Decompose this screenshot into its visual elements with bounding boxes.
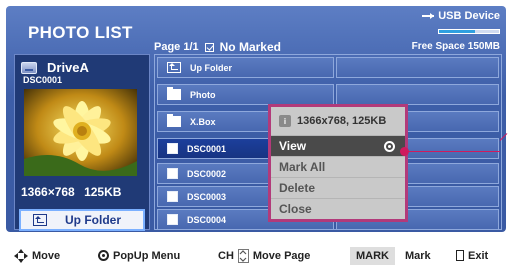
usb-icon xyxy=(422,12,435,20)
up-folder-icon xyxy=(167,62,181,73)
checkbox-icon xyxy=(204,42,214,52)
move-arrows-icon xyxy=(14,248,28,263)
help-move-label: Move xyxy=(32,249,61,262)
page-info: Page 1/1 No Marked xyxy=(154,40,281,54)
grid-item-label: DSC0002 xyxy=(187,168,227,179)
folder-icon xyxy=(167,87,181,100)
grid-item-label: DSC0001 xyxy=(187,143,227,154)
grid-empty-cell xyxy=(336,57,499,78)
checkbox-icon xyxy=(167,191,178,202)
grid-item-label: Photo xyxy=(190,89,216,100)
popup-item-close[interactable]: Close xyxy=(271,198,405,219)
grid-item-label: DSC0004 xyxy=(187,214,227,225)
grid-item-label: DSC0003 xyxy=(187,191,227,202)
popup-item-label: Close xyxy=(279,202,312,216)
popup-item-label: Mark All xyxy=(279,160,326,174)
popup-menu: i 1366x768, 125KB View Mark All Delete C… xyxy=(268,104,408,222)
popup-item-delete[interactable]: Delete xyxy=(271,177,405,198)
checkbox-icon xyxy=(167,168,178,179)
popup-info-text: 1366x768, 125KB xyxy=(297,115,387,127)
photo-list-screen: PHOTO LIST Page 1/1 No Marked USB Device… xyxy=(6,6,506,232)
up-folder-label: Up Folder xyxy=(65,213,121,227)
up-folder-icon xyxy=(33,214,47,226)
preview-panel: DriveA DSC0001 1366×768 125KB Up Folder xyxy=(14,54,150,231)
ok-button-icon xyxy=(98,250,109,261)
help-ch-label: CH xyxy=(218,249,234,262)
grid-item-label: X.Box xyxy=(190,116,216,127)
help-popup-menu: PopUp Menu xyxy=(98,250,180,262)
free-space-text: Free Space 150MB xyxy=(411,41,500,52)
free-space-fill xyxy=(439,30,475,33)
help-move-page-label: Move Page xyxy=(252,249,311,262)
help-mark: MARK Mark xyxy=(350,246,431,265)
help-exit: Exit xyxy=(456,250,488,262)
popup-item-view[interactable]: View xyxy=(271,135,405,156)
preview-size: 125KB xyxy=(84,185,122,199)
pointer-line xyxy=(408,151,500,152)
grid-item-up-folder[interactable]: Up Folder xyxy=(157,57,334,78)
usb-device-label: USB Device xyxy=(438,10,500,22)
usb-device-indicator: USB Device xyxy=(422,10,500,22)
channel-updown-icon xyxy=(237,248,249,263)
drive-header: DriveA xyxy=(21,60,89,75)
mark-key-badge: MARK xyxy=(350,246,395,265)
grid-item-photo[interactable]: Photo xyxy=(157,84,334,105)
grid-item-label: Up Folder xyxy=(190,62,232,73)
help-move-page: CH Move Page xyxy=(218,248,311,263)
checkbox-icon xyxy=(167,143,178,154)
preview-resolution-info: 1366×768 125KB xyxy=(21,185,121,199)
radio-selected-icon xyxy=(384,140,395,152)
help-exit-label: Exit xyxy=(468,249,489,262)
preview-resolution: 1366×768 xyxy=(21,185,75,199)
marked-status: No Marked xyxy=(219,40,281,54)
footer-help-bar: Move PopUp Menu CH Move Page MARK Mark E… xyxy=(0,240,512,271)
popup-item-label: View xyxy=(279,139,307,153)
up-folder-button[interactable]: Up Folder xyxy=(19,209,145,231)
preview-thumbnail xyxy=(24,89,137,176)
folder-icon xyxy=(167,114,181,127)
grid-empty-cell xyxy=(336,84,499,105)
drive-icon xyxy=(21,61,37,74)
popup-item-label: Delete xyxy=(279,181,316,195)
popup-info: i 1366x768, 125KB xyxy=(271,107,405,135)
page-number: Page 1/1 xyxy=(154,41,199,53)
help-popup-label: PopUp Menu xyxy=(113,249,181,262)
help-move: Move xyxy=(14,248,61,263)
drive-name: DriveA xyxy=(47,60,89,75)
info-icon: i xyxy=(279,115,291,127)
page-title: PHOTO LIST xyxy=(28,23,133,42)
help-mark-label: Mark xyxy=(405,249,431,262)
free-space-bar xyxy=(438,29,500,34)
checkbox-icon xyxy=(167,214,178,225)
preview-file-name: DSC0001 xyxy=(23,75,63,85)
exit-icon xyxy=(456,250,464,261)
popup-item-mark-all[interactable]: Mark All xyxy=(271,156,405,177)
